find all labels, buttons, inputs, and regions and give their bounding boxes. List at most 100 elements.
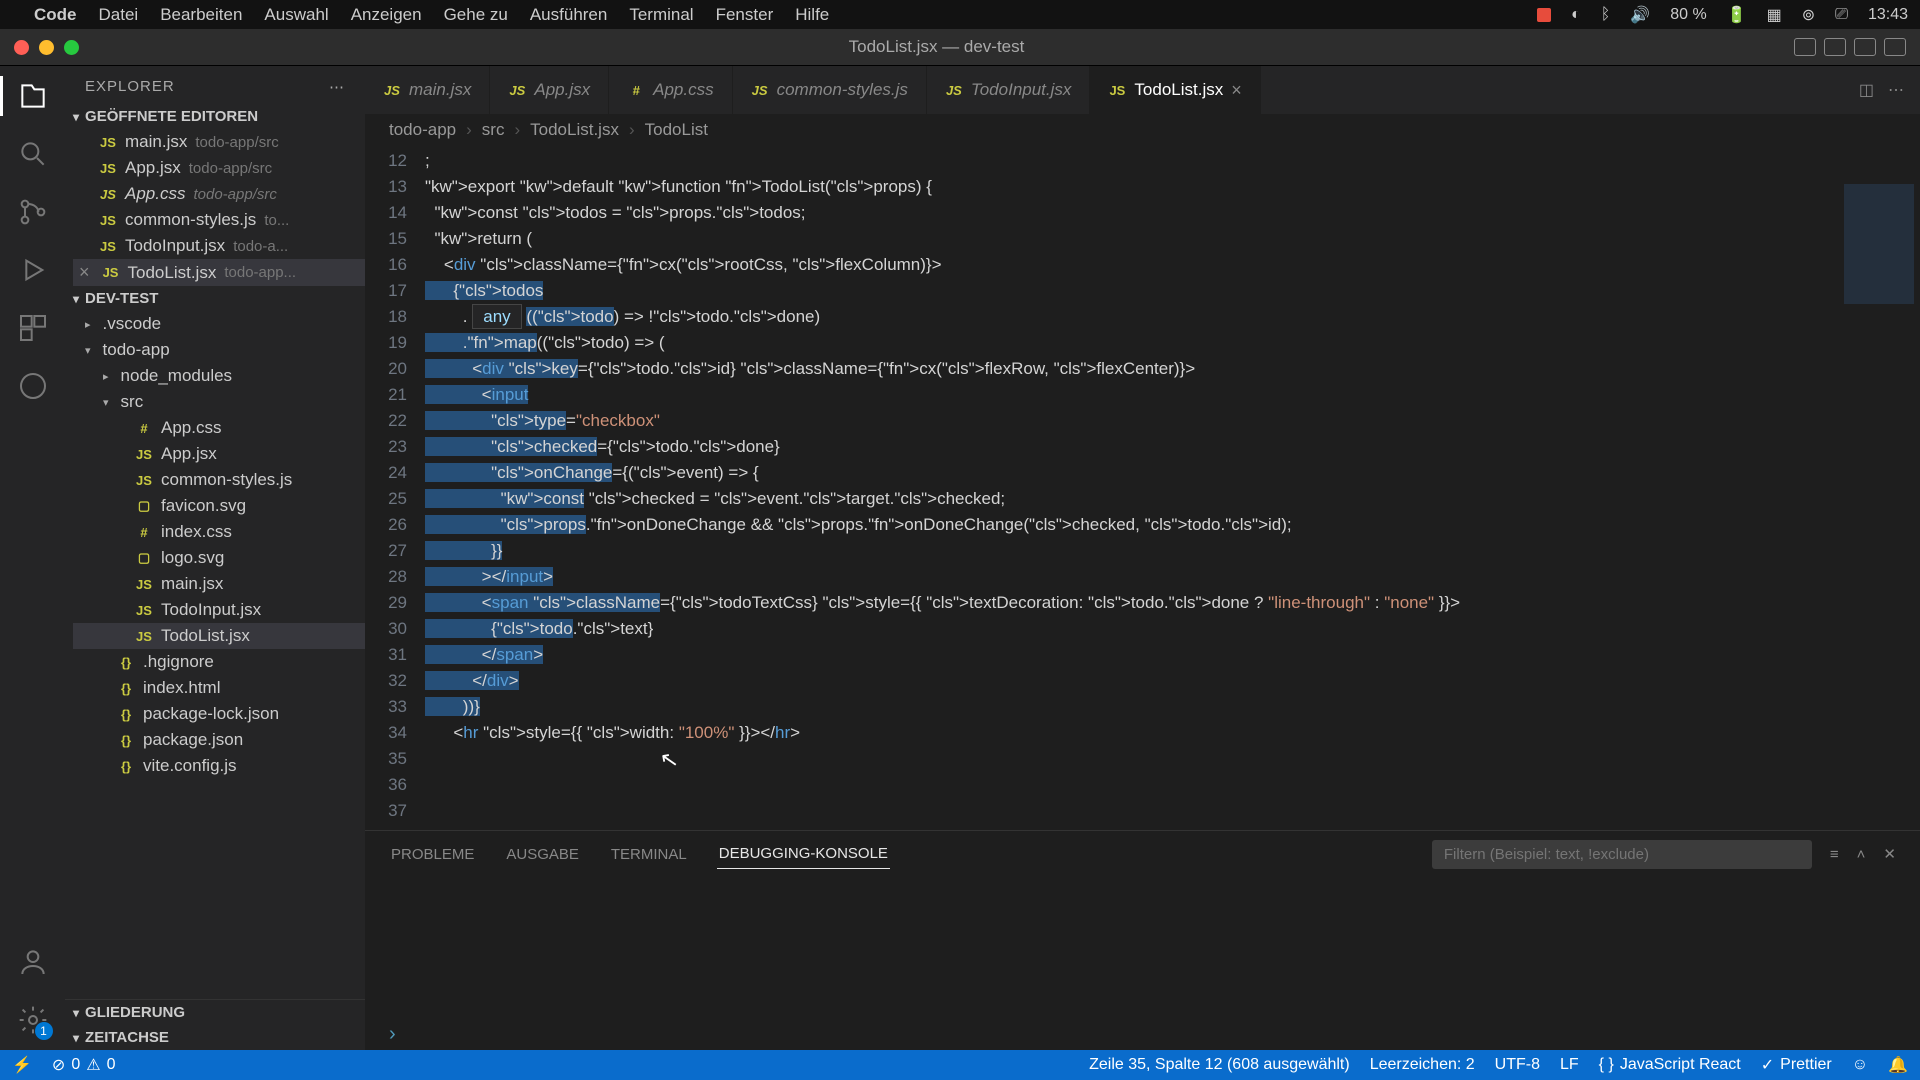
breadcrumb-item[interactable]: src [482,120,505,140]
editor[interactable]: 1213141516171819202122232425262728293031… [365,146,1920,830]
tree-item[interactable]: #App.css [73,415,365,441]
minimap[interactable] [1830,146,1920,830]
menu-ausfuehren[interactable]: Ausführen [530,5,608,25]
outline-section[interactable]: GLIEDERUNG [65,999,365,1025]
wifi-icon[interactable]: ⊚ [1802,5,1815,25]
menu-datei[interactable]: Datei [99,5,139,25]
editor-tab[interactable]: JSmain.jsx [365,66,490,114]
tree-item[interactable]: {}package-lock.json [73,701,365,727]
minimize-button[interactable] [39,40,54,55]
breadcrumb-item[interactable]: TodoList [645,120,708,140]
tree-item[interactable]: JScommon-styles.js [73,467,365,493]
feedback-icon[interactable]: ☺ [1852,1056,1868,1074]
lang-indicator[interactable]: { } JavaScript React [1599,1056,1741,1074]
record-icon[interactable] [1537,8,1551,22]
remote-indicator[interactable]: ⚡ [12,1055,32,1075]
code-area[interactable]: ;"kw">export "kw">default "kw">function … [425,146,1830,830]
debug-filter-input[interactable] [1432,840,1812,869]
cursor-position[interactable]: Zeile 35, Spalte 12 (608 ausgewählt) [1089,1056,1350,1074]
tree-item[interactable]: JSmain.jsx [73,571,365,597]
open-editor-item[interactable]: JScommon-styles.js to... [73,207,365,233]
source-control-icon[interactable] [17,196,49,228]
indent-indicator[interactable]: Leerzeichen: 2 [1370,1056,1475,1074]
open-editor-item[interactable]: JSTodoInput.jsx todo-a... [73,233,365,259]
project-section[interactable]: DEV-TEST [65,286,365,311]
split-editor-icon[interactable]: ◫ [1859,80,1874,100]
tray-icon-2[interactable]: ▦ [1767,5,1782,25]
menu-auswahl[interactable]: Auswahl [264,5,328,25]
editor-tab[interactable]: JSTodoInput.jsx [927,66,1091,114]
volume-icon[interactable]: 🔊 [1630,5,1650,25]
tray-icon[interactable]: ◐ [1571,6,1581,24]
layout-right-icon[interactable] [1854,38,1876,56]
explorer-more-icon[interactable]: ⋯ [329,78,345,96]
tree-item[interactable]: {}vite.config.js [73,753,365,779]
tree-item[interactable]: JSTodoList.jsx [73,623,365,649]
tree-item[interactable]: node_modules [73,363,365,389]
more-actions-icon[interactable]: ⋯ [1888,80,1904,100]
timeline-section[interactable]: ZEITACHSE [65,1025,365,1050]
search-icon[interactable] [17,138,49,170]
open-editor-item[interactable]: JSApp.css todo-app/src [73,181,365,207]
errors-indicator[interactable]: ⊘ 0 ⚠ 0 [52,1055,116,1075]
menubar-app[interactable]: Code [34,5,77,25]
debug-console-output[interactable] [365,869,1920,1019]
breadcrumb-item[interactable]: TodoList.jsx [530,120,619,140]
tree-item[interactable]: ▢logo.svg [73,545,365,571]
clock[interactable]: 13:43 [1868,6,1908,24]
panel-close-icon[interactable]: ✕ [1883,845,1896,863]
editor-tab[interactable]: JSTodoList.jsx× [1090,66,1260,114]
panel-chevron-icon[interactable]: ˄ [1857,846,1866,863]
layout-bottom-icon[interactable] [1824,38,1846,56]
encoding-indicator[interactable]: UTF-8 [1495,1056,1540,1074]
bluetooth-icon[interactable]: ᛒ [1601,6,1611,24]
tree-item[interactable]: todo-app [73,337,365,363]
menu-bearbeiten[interactable]: Bearbeiten [160,5,242,25]
menu-terminal[interactable]: Terminal [629,5,693,25]
menu-anzeigen[interactable]: Anzeigen [351,5,422,25]
open-editor-item[interactable]: ×JSTodoList.jsx todo-app... [73,259,365,286]
eol-indicator[interactable]: LF [1560,1056,1579,1074]
open-editors-section[interactable]: GEÖFFNETE EDITOREN [65,104,365,129]
tree-item[interactable]: .vscode [73,311,365,337]
prettier-indicator[interactable]: ✓ Prettier [1761,1055,1832,1075]
tree-item[interactable]: src [73,389,365,415]
tree-item[interactable]: {}package.json [73,727,365,753]
menu-hilfe[interactable]: Hilfe [795,5,829,25]
menu-gehe-zu[interactable]: Gehe zu [444,5,508,25]
close-editor-icon[interactable]: × [79,262,90,283]
editor-tab[interactable]: #App.css [609,66,732,114]
battery-text[interactable]: 80 % [1670,6,1706,24]
battery-icon[interactable]: 🔋 [1727,5,1747,25]
tree-item[interactable]: #index.css [73,519,365,545]
breadcrumbs[interactable]: todo-app›src›TodoList.jsx›TodoList [365,114,1920,146]
run-debug-icon[interactable] [17,254,49,286]
tree-item[interactable]: {}.hgignore [73,649,365,675]
panel-tab[interactable]: TERMINAL [609,840,689,869]
layout-customize-icon[interactable] [1884,38,1906,56]
tree-item[interactable]: JSApp.jsx [73,441,365,467]
open-editor-item[interactable]: JSApp.jsx todo-app/src [73,155,365,181]
settings-icon[interactable]: 1 [17,1004,49,1036]
tree-item[interactable]: {}index.html [73,675,365,701]
menu-fenster[interactable]: Fenster [716,5,774,25]
close-button[interactable] [14,40,29,55]
tab-close-icon[interactable]: × [1231,80,1242,101]
layout-left-icon[interactable] [1794,38,1816,56]
notifications-icon[interactable]: 🔔 [1888,1055,1908,1075]
maximize-button[interactable] [64,40,79,55]
breadcrumb-item[interactable]: todo-app [389,120,456,140]
remote-icon[interactable] [17,370,49,402]
debug-prompt-icon[interactable]: › [365,1019,1920,1050]
editor-tab[interactable]: JScommon-styles.js [733,66,927,114]
control-center-icon[interactable]: ⎚ [1835,6,1848,24]
filter-settings-icon[interactable]: ≡ [1830,846,1839,863]
open-editor-item[interactable]: JSmain.jsx todo-app/src [73,129,365,155]
panel-tab[interactable]: PROBLEME [389,840,476,869]
editor-tab[interactable]: JSApp.jsx [490,66,609,114]
extensions-icon[interactable] [17,312,49,344]
panel-tab[interactable]: DEBUGGING-KONSOLE [717,839,890,869]
explorer-icon[interactable] [17,80,49,112]
account-icon[interactable] [17,946,49,978]
tree-item[interactable]: JSTodoInput.jsx [73,597,365,623]
